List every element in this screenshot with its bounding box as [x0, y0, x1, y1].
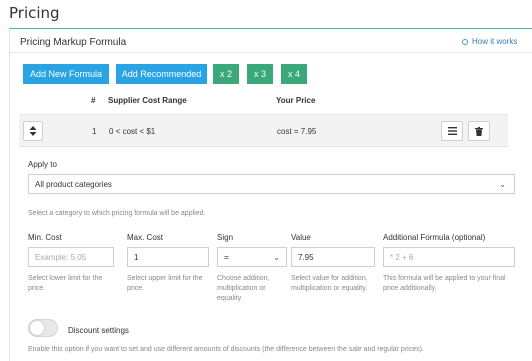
max-cost-label: Max. Cost — [127, 233, 164, 242]
apply-to-value: All product categories — [35, 179, 112, 189]
col-header-index: # — [91, 96, 96, 105]
additional-formula-input[interactable]: * 2 + 6 — [383, 247, 515, 267]
menu-button[interactable] — [441, 121, 463, 141]
add-recommended-button[interactable]: Add Recommended — [116, 64, 207, 84]
apply-to-select[interactable]: All product categories ⌄ — [28, 174, 515, 194]
sign-help: Choose addition, multiplication or equal… — [217, 275, 270, 302]
card-title: Pricing Markup Formula — [20, 37, 127, 48]
col-header-price: Your Price — [276, 96, 316, 105]
info-circle-icon — [462, 38, 468, 45]
additional-formula-placeholder: * 2 + 6 — [390, 252, 414, 262]
value-value: 7.95 — [298, 252, 314, 262]
trash-icon — [475, 126, 483, 136]
sort-arrows-icon — [29, 126, 37, 136]
discount-label: Discount settings — [68, 326, 129, 335]
chevron-down-icon: ⌄ — [499, 180, 506, 189]
discount-help: Enable this option if you want to set an… — [28, 346, 424, 353]
multiply-2-button[interactable]: x 2 — [213, 64, 239, 84]
card-header: Pricing Markup Formula How it works — [10, 29, 532, 53]
additional-formula-help: This formula will be applied to your fin… — [383, 275, 506, 292]
col-header-range: Supplier Cost Range — [108, 96, 187, 105]
max-cost-help: Select upper limit for the price. — [127, 275, 203, 292]
max-cost-value: 1 — [134, 252, 139, 262]
value-input[interactable]: 7.95 — [291, 247, 375, 267]
menu-icon — [447, 127, 457, 135]
min-cost-input[interactable]: Example: 5.05 — [28, 247, 114, 267]
discount-toggle[interactable] — [28, 319, 58, 337]
sort-handle[interactable] — [23, 121, 43, 141]
table-row: 1 0 < cost < $1 cost = 7.95 — [19, 114, 508, 147]
how-it-works-label: How it works — [472, 37, 518, 46]
row-price: cost = 7.95 — [277, 127, 317, 136]
multiply-4-button[interactable]: x 4 — [281, 64, 307, 84]
additional-formula-label: Additional Formula (optional) — [383, 233, 486, 242]
pricing-markup-card: Pricing Markup Formula How it works Add … — [9, 28, 532, 361]
chevron-down-icon: ⌄ — [273, 253, 280, 262]
min-cost-label: Min. Cost — [28, 233, 62, 242]
row-range: 0 < cost < $1 — [109, 127, 156, 136]
max-cost-input[interactable]: 1 — [127, 247, 209, 267]
sign-select[interactable]: = ⌄ — [217, 247, 287, 267]
value-help: Select value for addition, multiplicatio… — [291, 275, 368, 292]
sign-label: Sign — [217, 233, 234, 242]
page-title: Pricing — [9, 4, 60, 22]
add-new-formula-button[interactable]: Add New Formula — [23, 64, 109, 84]
multiply-3-button[interactable]: x 3 — [247, 64, 273, 84]
apply-to-label: Apply to — [28, 160, 57, 169]
how-it-works-link[interactable]: How it works — [462, 37, 517, 46]
toggle-knob — [30, 321, 44, 335]
apply-to-help: Select a category to which pricing formu… — [28, 210, 206, 217]
row-index: 1 — [92, 127, 97, 136]
min-cost-help: Select lower limit for the price. — [28, 275, 103, 292]
min-cost-placeholder: Example: 5.05 — [35, 252, 87, 262]
value-label: Value — [291, 233, 311, 242]
sign-value: = — [224, 252, 229, 262]
delete-button[interactable] — [468, 121, 490, 141]
